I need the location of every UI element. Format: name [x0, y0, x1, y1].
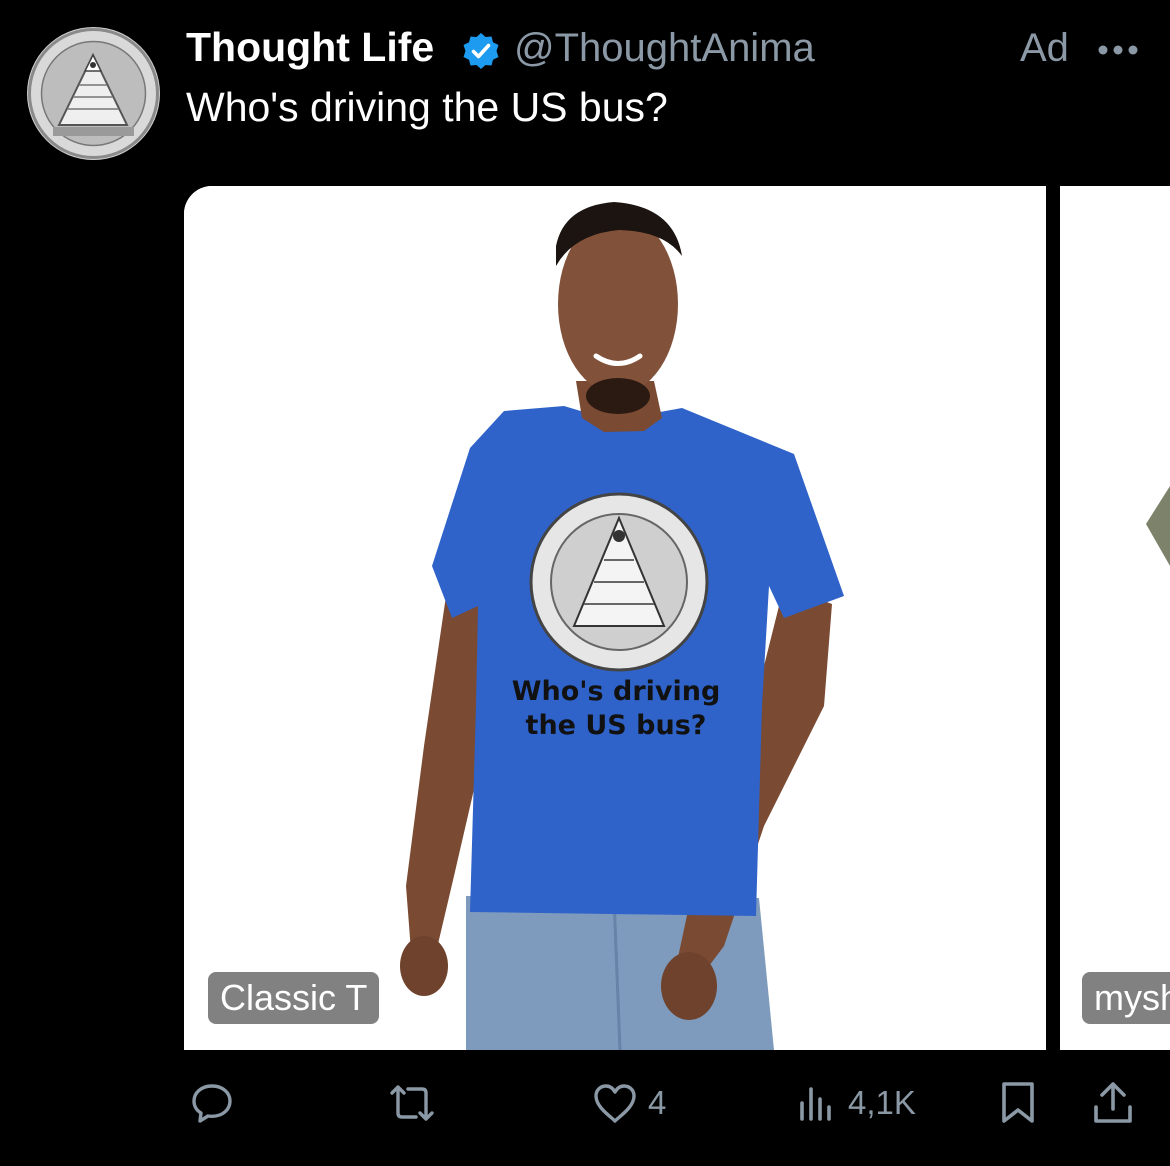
tweet-action-bar: 4 4,1K	[0, 1060, 1170, 1160]
views-button[interactable]: 4,1K	[794, 1078, 916, 1128]
tweet-header: Thought Life @ThoughtAnima Ad	[186, 22, 1140, 82]
repost-button[interactable]	[384, 1078, 440, 1128]
ad-label: Ad	[1020, 26, 1069, 70]
tweet-text: Who's driving the US bus?	[186, 84, 668, 130]
product-photo-2	[1060, 186, 1170, 1050]
display-name[interactable]: Thought Life	[186, 24, 434, 71]
pyramid-seal-avatar-image	[28, 28, 159, 159]
bookmark-icon	[998, 1079, 1038, 1127]
share-button[interactable]	[1090, 1078, 1136, 1128]
avatar[interactable]	[27, 27, 160, 160]
bookmark-button[interactable]	[998, 1078, 1038, 1128]
more-dots-icon[interactable]	[1096, 32, 1140, 68]
share-icon	[1090, 1079, 1136, 1127]
shirt-text-line-2: the US bus?	[526, 710, 707, 741]
like-button[interactable]: 4	[592, 1078, 666, 1128]
views-bar-chart-icon	[794, 1081, 838, 1125]
shirt-text-line-1: Who's driving	[512, 676, 721, 707]
product-card-second[interactable]: mysh	[1060, 186, 1170, 1050]
reply-bubble-icon	[188, 1079, 236, 1127]
reply-button[interactable]	[188, 1078, 236, 1128]
product-label[interactable]: Classic T	[208, 972, 380, 1024]
product-card-classic-t[interactable]: Who's driving the US bus? Classic T	[184, 186, 1046, 1050]
heart-icon	[592, 1081, 638, 1125]
like-count: 4	[648, 1084, 667, 1121]
product-label[interactable]: mysh	[1082, 972, 1170, 1024]
user-handle[interactable]: @ThoughtAnima	[514, 26, 815, 71]
verified-badge-icon[interactable]	[461, 31, 501, 71]
repost-icon	[384, 1079, 440, 1127]
views-count: 4,1K	[848, 1084, 916, 1121]
product-photo: Who's driving the US bus?	[184, 186, 1046, 1050]
